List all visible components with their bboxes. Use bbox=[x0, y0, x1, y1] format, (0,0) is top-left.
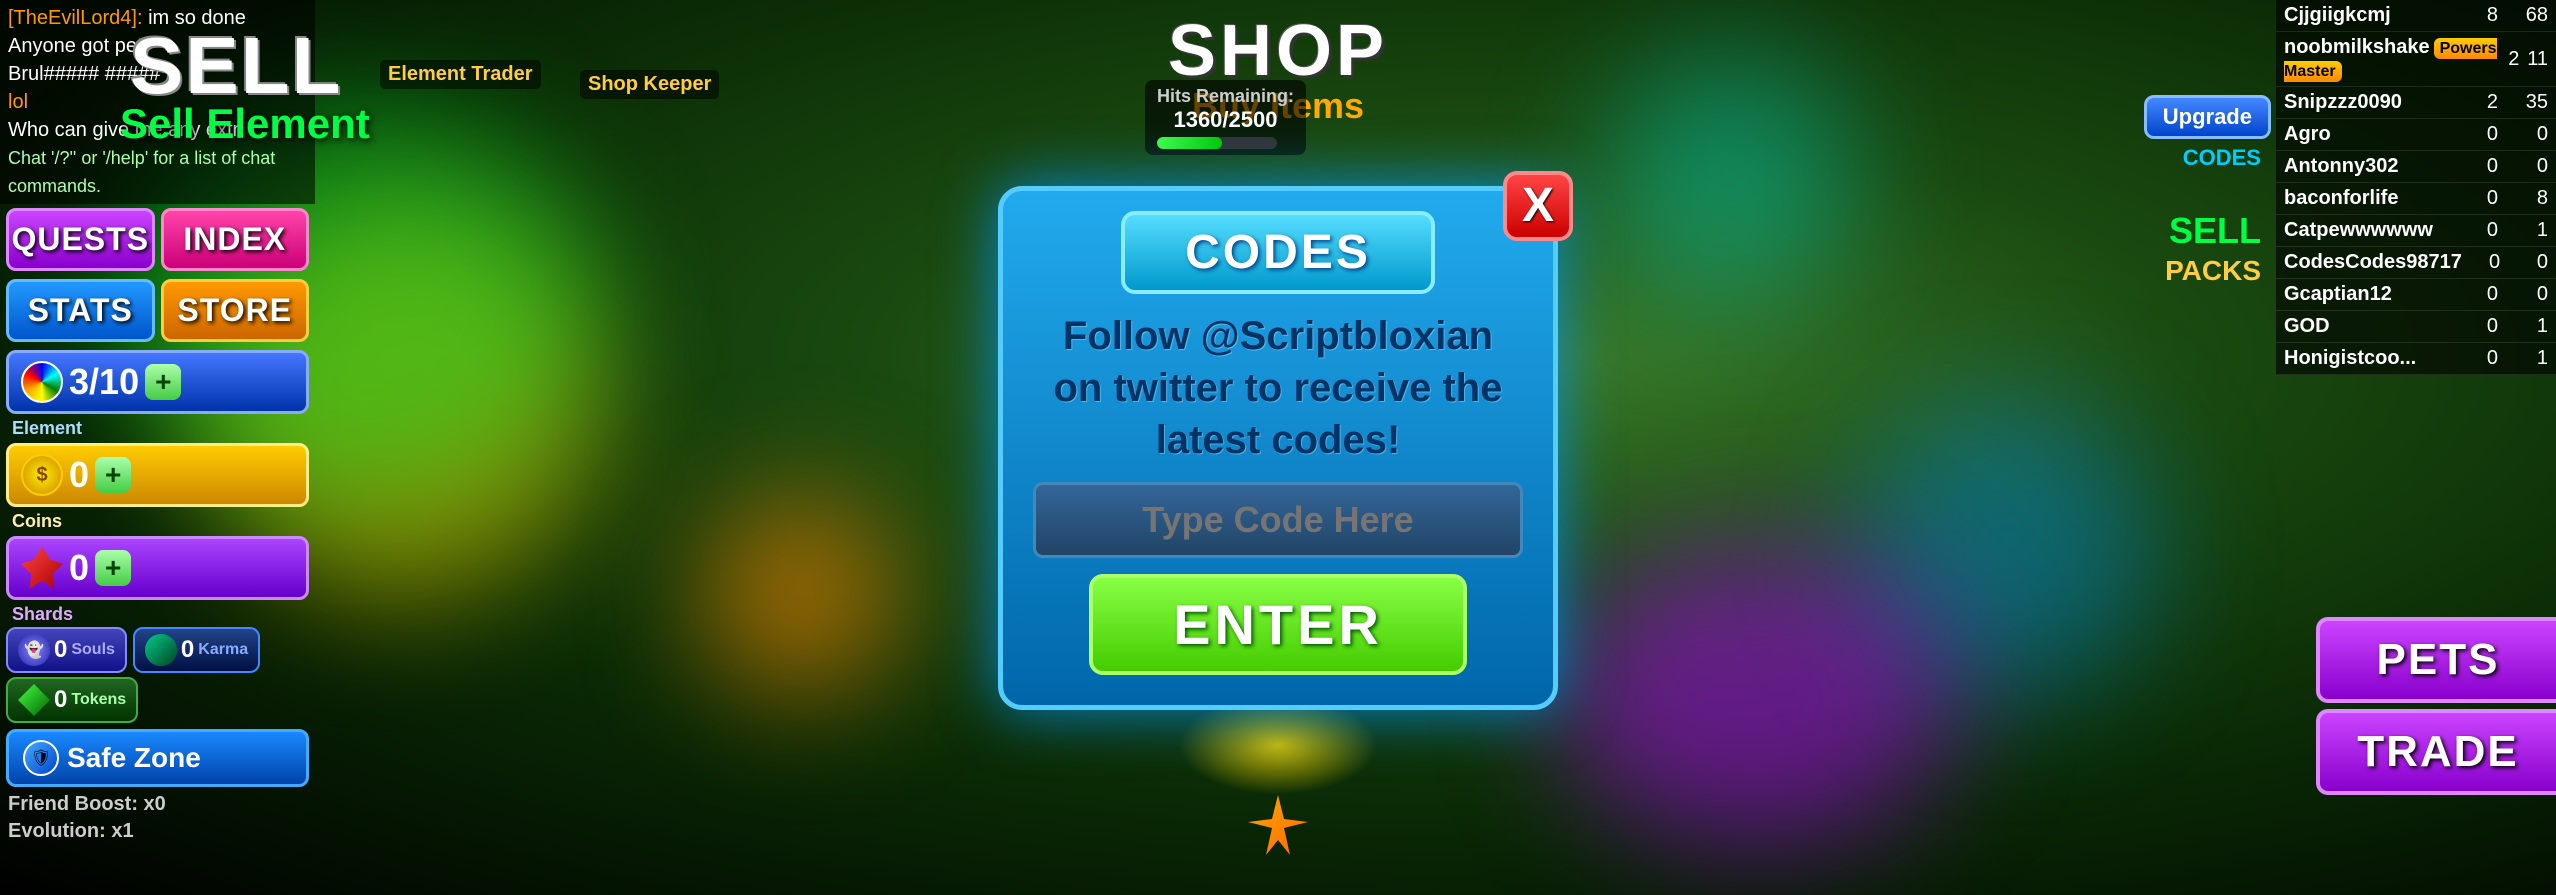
close-button[interactable]: X bbox=[1503, 171, 1573, 241]
codes-description: Follow @Scriptbloxian on twitter to rece… bbox=[1033, 310, 1523, 466]
codes-modal-overlay: CODES Follow @Scriptbloxian on twitter t… bbox=[0, 0, 2556, 895]
codes-modal: CODES Follow @Scriptbloxian on twitter t… bbox=[998, 186, 1558, 710]
enter-button[interactable]: ENTER bbox=[1089, 574, 1467, 675]
code-input[interactable] bbox=[1033, 482, 1523, 558]
codes-top-button[interactable]: CODES bbox=[1121, 211, 1435, 294]
